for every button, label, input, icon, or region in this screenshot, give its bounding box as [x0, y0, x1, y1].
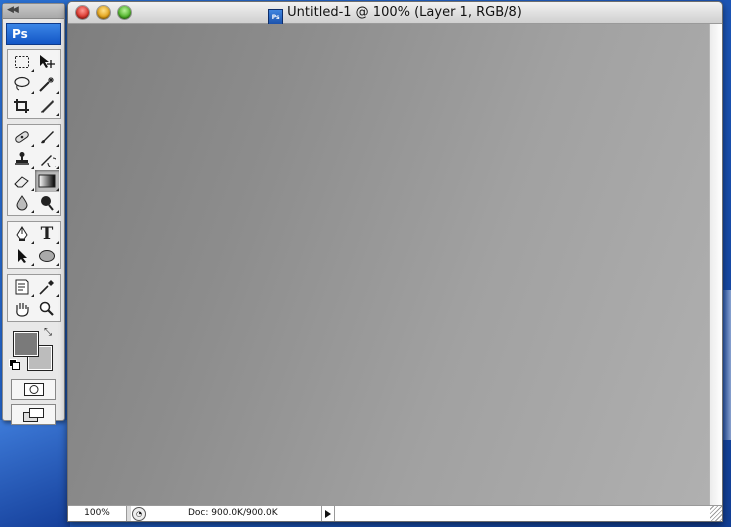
- gradient-tool-icon[interactable]: [35, 170, 59, 192]
- ellipse-tool-icon[interactable]: [35, 245, 59, 267]
- document-title: Untitled-1 @ 100% (Layer 1, RGB/8): [287, 5, 522, 20]
- resize-grip[interactable]: [710, 506, 722, 521]
- crop-tool-icon[interactable]: [10, 95, 34, 117]
- document-titlebar[interactable]: Ps Untitled-1 @ 100% (Layer 1, RGB/8): [68, 2, 722, 26]
- document-size-info: Doc: 900.0K/900.0K: [188, 508, 278, 518]
- zoom-tool-icon[interactable]: [35, 298, 59, 320]
- photoshop-logo[interactable]: Ps: [6, 23, 61, 45]
- desktop-accent: [0, 420, 70, 527]
- status-menu-arrow-button[interactable]: [321, 506, 335, 521]
- rectangular-marquee-tool-icon[interactable]: [10, 51, 34, 73]
- tool-group-vector: T: [7, 221, 61, 269]
- eraser-tool-icon[interactable]: [10, 170, 34, 192]
- canvas[interactable]: [68, 24, 709, 505]
- foreground-color-swatch[interactable]: [13, 331, 39, 357]
- magic-wand-tool-icon[interactable]: [35, 73, 59, 95]
- history-brush-tool-icon[interactable]: [35, 148, 59, 170]
- eyedropper-tool-icon[interactable]: [35, 276, 59, 298]
- status-bar: 100% ◔ Doc: 900.0K/900.0K: [68, 505, 722, 521]
- screen-mode-button[interactable]: [11, 404, 56, 425]
- collapse-icon[interactable]: ◀◀: [7, 5, 19, 15]
- document-title-area: Ps Untitled-1 @ 100% (Layer 1, RGB/8): [68, 2, 722, 26]
- tools-palette-titlebar[interactable]: ◀◀: [3, 4, 64, 19]
- version-cue-icon[interactable]: ◔: [132, 507, 146, 521]
- clone-stamp-tool-icon[interactable]: [10, 148, 34, 170]
- pen-tool-icon[interactable]: [10, 223, 34, 245]
- type-tool-icon[interactable]: T: [35, 223, 59, 245]
- path-selection-tool-icon[interactable]: [10, 245, 34, 267]
- tool-group-selection: [7, 49, 61, 119]
- screen-mode-icon: [22, 407, 44, 422]
- notes-tool-icon[interactable]: [10, 276, 34, 298]
- swap-colors-icon[interactable]: ⤡: [44, 327, 52, 338]
- color-swatches: ⤡: [7, 327, 60, 373]
- move-tool-icon[interactable]: [35, 51, 59, 73]
- tools-palette: ◀◀ Ps T ⤡: [2, 3, 65, 425]
- healing-brush-tool-icon[interactable]: [10, 126, 34, 148]
- brush-tool-icon[interactable]: [35, 126, 59, 148]
- tool-group-painting: [7, 124, 61, 216]
- tool-group-navigation: [7, 274, 61, 322]
- quick-mask-mode-button[interactable]: [11, 379, 56, 400]
- default-colors-icon[interactable]: [9, 359, 20, 370]
- blur-tool-icon[interactable]: [10, 192, 34, 214]
- slice-tool-icon[interactable]: [35, 95, 59, 117]
- hand-tool-icon[interactable]: [10, 298, 34, 320]
- zoom-level-field[interactable]: 100%: [68, 506, 127, 521]
- quick-mask-icon: [23, 383, 44, 396]
- dodge-tool-icon[interactable]: [35, 192, 59, 214]
- document-window: Ps Untitled-1 @ 100% (Layer 1, RGB/8) 100…: [67, 1, 723, 522]
- lasso-tool-icon[interactable]: [10, 73, 34, 95]
- vertical-scrollbar[interactable]: [709, 24, 722, 505]
